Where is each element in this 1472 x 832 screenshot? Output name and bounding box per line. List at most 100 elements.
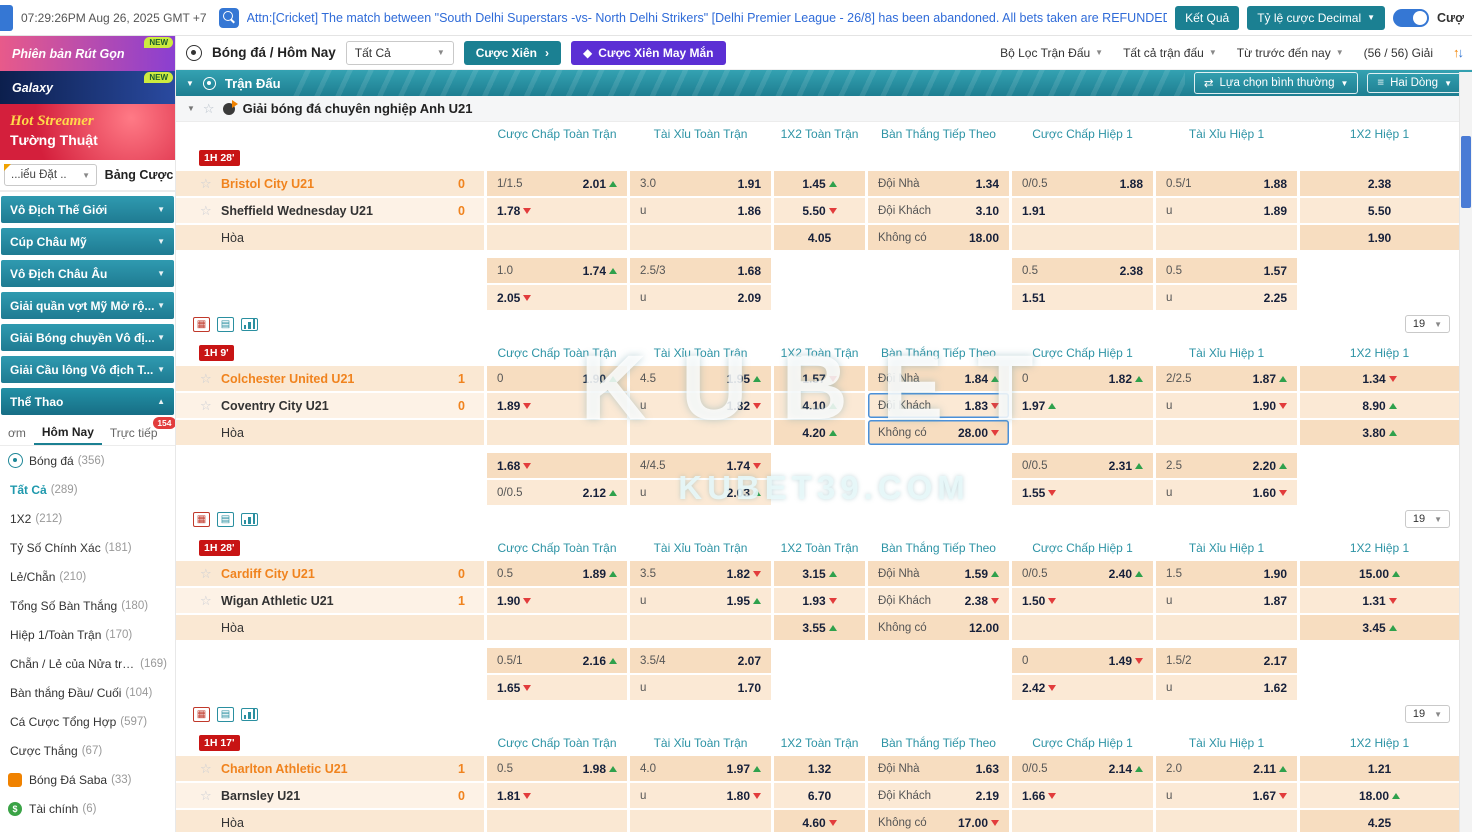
odds-cell[interactable]: 1.45 (774, 171, 865, 196)
bar-chart-icon[interactable] (241, 708, 258, 721)
odds-cell[interactable]: 0/0.51.88 (1012, 171, 1153, 196)
chevron-down-icon[interactable]: ▼ (186, 79, 194, 88)
odds-cell[interactable]: Đội Khách3.10 (868, 198, 1009, 223)
sidebar-accordion-v-ch-ch-u-u[interactable]: Vô Địch Châu Âu▼ (1, 260, 174, 287)
odds-cell[interactable]: Đội Nhà1.59 (868, 561, 1009, 586)
odds-cell[interactable]: 1.01.74 (487, 258, 627, 283)
match-list-icon[interactable]: ▤ (217, 707, 234, 722)
odds-cell[interactable]: 0/0.52.12 (487, 480, 627, 505)
filter-matches-select[interactable]: Bộ Lọc Trận Đấu ▼ (1000, 46, 1103, 60)
odds-cell[interactable]: 1.34 (1300, 366, 1459, 391)
lucky-parlay-button[interactable]: ◆ Cược Xiên May Mắn (571, 41, 725, 65)
odds-cell[interactable]: 1.66 (1012, 783, 1153, 808)
odds-cell[interactable]: 2.52.20 (1156, 453, 1297, 478)
sidebar-item-c-c-c-t-ng-h-p[interactable]: Cá Cược Tổng Hợp(597) (0, 707, 175, 736)
odds-cell[interactable]: 3.51.82 (630, 561, 771, 586)
odds-cell[interactable]: u1.82 (630, 393, 771, 418)
tab-today[interactable]: Hôm Nay (34, 421, 102, 445)
results-button[interactable]: Kết Quả (1175, 6, 1239, 30)
odds-cell[interactable]: 5.50 (774, 198, 865, 223)
odds-cell[interactable]: 2.5/31.68 (630, 258, 771, 283)
odds-cell[interactable]: Đội Khách2.38 (868, 588, 1009, 613)
all-matches-select[interactable]: Tất cả trận đấu ▼ (1123, 46, 1217, 60)
bet-type-select[interactable]: ...iểu Đặt .. ▼ (4, 164, 97, 186)
odds-cell[interactable]: 1/1.52.01 (487, 171, 627, 196)
odds-cell[interactable]: 4.51.95 (630, 366, 771, 391)
menu-icon[interactable] (0, 5, 13, 31)
banner-quick-version[interactable]: Phiên bản Rút Gọn NEW (0, 36, 175, 71)
odds-cell[interactable]: 1.91 (1012, 198, 1153, 223)
odds-cell[interactable]: Đội Khách2.19 (868, 783, 1009, 808)
odds-cell[interactable]: 2/2.51.87 (1156, 366, 1297, 391)
odds-cell[interactable]: 1.5/22.17 (1156, 648, 1297, 673)
sidebar-item-t-i-ch-nh[interactable]: $Tài chính(6) (0, 794, 175, 823)
odds-cell[interactable]: 0/0.52.31 (1012, 453, 1153, 478)
sidebar-accordion-c-p-ch-u-m[interactable]: Cúp Châu Mỹ▼ (1, 228, 174, 255)
tab-live[interactable]: Trực tiếp 154 (102, 422, 166, 444)
odds-cell[interactable]: u1.70 (630, 675, 771, 700)
odds-cell[interactable]: 0.51.98 (487, 756, 627, 781)
sidebar-item-hi-p-1-to-n-tr-n[interactable]: Hiệp 1/Toàn Trận(170) (0, 620, 175, 649)
odds-cell[interactable]: 1.32 (774, 756, 865, 781)
page-count-select[interactable]: 19▼ (1405, 510, 1450, 528)
favorite-star-icon[interactable]: ☆ (200, 788, 214, 804)
scrollbar-thumb[interactable] (1461, 136, 1471, 208)
odds-cell[interactable]: u1.60 (1156, 480, 1297, 505)
odds-cell[interactable]: 0/0.52.40 (1012, 561, 1153, 586)
odds-cell[interactable]: 2.38 (1300, 171, 1459, 196)
stats-grid-icon[interactable]: ▦ (193, 707, 210, 722)
odds-cell[interactable]: 4/4.51.74 (630, 453, 771, 478)
sidebar-accordion-v-ch-th-gi-i[interactable]: Vô Địch Thế Giới▼ (1, 196, 174, 223)
bar-chart-icon[interactable] (241, 318, 258, 331)
sidebar-item-ch-n-l-c-a-n-a-tr[interactable]: Chẵn / Lẻ của Nửa trậ...(169) (0, 649, 175, 678)
match-list-icon[interactable]: ▤ (217, 512, 234, 527)
sidebar-item-l-ch-n[interactable]: Lẻ/Chẵn(210) (0, 562, 175, 591)
odds-cell[interactable]: 1.78 (487, 198, 627, 223)
odds-cell[interactable]: 1.90 (1300, 225, 1459, 250)
odds-cell[interactable]: u1.80 (630, 783, 771, 808)
odds-cell[interactable]: u1.62 (1156, 675, 1297, 700)
odds-cell[interactable]: 2.42 (1012, 675, 1153, 700)
odds-cell[interactable]: 1.93 (774, 588, 865, 613)
sidebar-accordion-gi-i-qu-n-v-t-m-m-r[interactable]: Giải quần vợt Mỹ Mở rộ...▼ (1, 292, 174, 319)
banner-galaxy[interactable]: Galaxy NEW (0, 71, 175, 104)
odds-cell[interactable]: Không có17.00 (868, 810, 1009, 832)
page-count-select[interactable]: 19▼ (1405, 705, 1450, 723)
favorite-star-icon[interactable]: ☆ (200, 176, 214, 192)
odds-cell[interactable]: 1.81 (487, 783, 627, 808)
odds-cell[interactable]: 2.05 (487, 285, 627, 310)
sidebar-item-t-s-ch-nh-x-c[interactable]: Tỷ Số Chính Xác(181) (0, 533, 175, 562)
odds-cell[interactable]: u2.09 (630, 285, 771, 310)
odds-cell[interactable]: u1.86 (630, 198, 771, 223)
sort-icon[interactable]: ↑↓ (1453, 45, 1462, 60)
sidebar-accordion-gi-i-c-u-l-ng-v-ch-t[interactable]: Giải Cầu lông Vô địch T...▼ (1, 356, 174, 383)
favorite-star-icon[interactable]: ☆ (200, 203, 214, 219)
odds-cell[interactable]: Đội Nhà1.34 (868, 171, 1009, 196)
all-filter-select[interactable]: Tất Cả ▼ (346, 41, 454, 65)
odds-cell[interactable]: 3.55 (774, 615, 865, 640)
odds-cell[interactable]: 0.5/12.16 (487, 648, 627, 673)
stats-grid-icon[interactable]: ▦ (193, 317, 210, 332)
sidebar-item-b-n-th-ng-u-cu-i[interactable]: Bàn thắng Đầu/ Cuối(104) (0, 678, 175, 707)
odds-cell[interactable]: u1.89 (1156, 198, 1297, 223)
chevron-down-icon[interactable]: ▼ (187, 104, 195, 113)
odds-cell[interactable]: u1.87 (1156, 588, 1297, 613)
odds-cell[interactable]: 5.50 (1300, 198, 1459, 223)
odds-cell[interactable]: 1.21 (1300, 756, 1459, 781)
odds-cell[interactable]: u1.90 (1156, 393, 1297, 418)
odds-format-select[interactable]: Tỷ lệ cược Decimal ▼ (1247, 6, 1385, 30)
odds-cell[interactable]: Không có18.00 (868, 225, 1009, 250)
odds-cell[interactable]: Không có12.00 (868, 615, 1009, 640)
odds-cell[interactable]: 3.01.91 (630, 171, 771, 196)
odds-cell[interactable]: 0.51.89 (487, 561, 627, 586)
parlay-button[interactable]: Cược Xiên › (464, 41, 561, 65)
odds-cell[interactable]: 3.15 (774, 561, 865, 586)
banner-hot-streamer[interactable]: Hot Streamer Tường Thuật (0, 104, 175, 160)
odds-cell[interactable]: 1.57 (774, 366, 865, 391)
odds-cell[interactable]: 3.80 (1300, 420, 1459, 445)
odds-cell[interactable]: 1.65 (487, 675, 627, 700)
sidebar-item-1x2[interactable]: 1X2(212) (0, 504, 175, 533)
sidebar-accordion-th-thao[interactable]: Thể Thao▲ (1, 388, 174, 415)
odds-cell[interactable]: 0.5/11.88 (1156, 171, 1297, 196)
odds-cell[interactable]: 0.51.57 (1156, 258, 1297, 283)
